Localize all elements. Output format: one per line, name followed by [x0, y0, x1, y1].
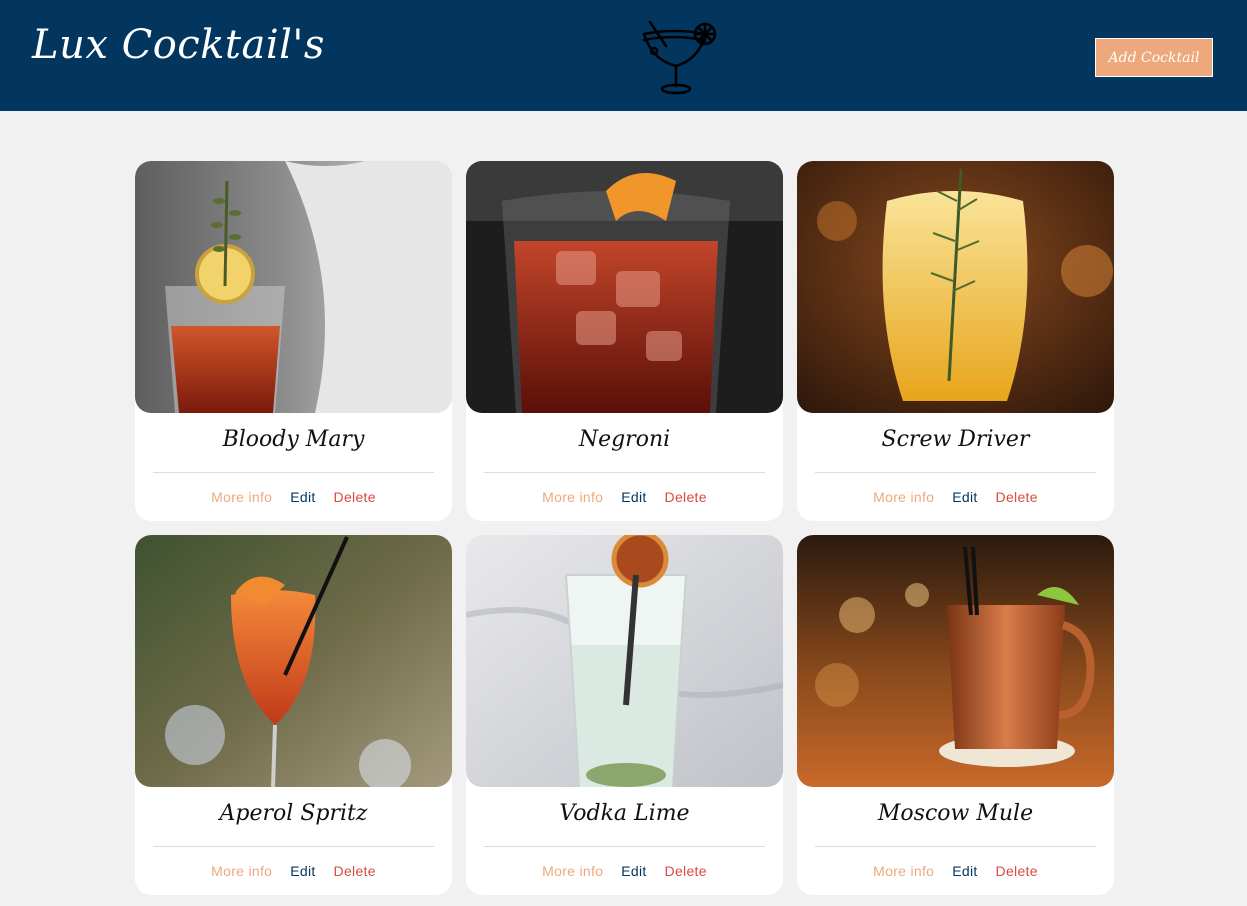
card-actions: More info Edit Delete — [466, 863, 783, 879]
card-actions: More info Edit Delete — [466, 489, 783, 505]
cocktail-card: Vodka Lime More info Edit Delete — [466, 535, 783, 895]
cocktail-name: Bloody Mary — [222, 427, 365, 452]
cocktail-name: Screw Driver — [881, 427, 1030, 452]
top-header: Lux Cocktail's Add Cocktail — [0, 0, 1247, 111]
edit-link[interactable]: Edit — [621, 863, 646, 879]
card-actions: More info Edit Delete — [135, 863, 452, 879]
cocktail-card: Aperol Spritz More info Edit Delete — [135, 535, 452, 895]
cocktail-name: Moscow Mule — [877, 801, 1034, 826]
more-info-link[interactable]: More info — [542, 863, 603, 879]
edit-link[interactable]: Edit — [290, 489, 315, 505]
cocktail-card: Negroni More info Edit Delete — [466, 161, 783, 521]
cocktail-name: Negroni — [578, 427, 671, 452]
cocktail-glass-icon — [636, 20, 720, 98]
cocktail-card: Bloody Mary More info Edit Delete — [135, 161, 452, 521]
more-info-link[interactable]: More info — [211, 489, 272, 505]
card-actions: More info Edit Delete — [135, 489, 452, 505]
card-divider — [484, 472, 765, 473]
delete-link[interactable]: Delete — [334, 863, 376, 879]
more-info-link[interactable]: More info — [542, 489, 603, 505]
cocktail-photo[interactable] — [797, 161, 1114, 413]
more-info-link[interactable]: More info — [873, 489, 934, 505]
delete-link[interactable]: Delete — [334, 489, 376, 505]
edit-link[interactable]: Edit — [952, 489, 977, 505]
delete-link[interactable]: Delete — [665, 863, 707, 879]
add-cocktail-button[interactable]: Add Cocktail — [1095, 38, 1213, 77]
card-divider — [484, 846, 765, 847]
brand-title[interactable]: Lux Cocktail's — [32, 22, 325, 68]
delete-link[interactable]: Delete — [996, 863, 1038, 879]
edit-link[interactable]: Edit — [290, 863, 315, 879]
cocktail-photo[interactable] — [797, 535, 1114, 787]
cocktail-photo[interactable] — [466, 161, 783, 413]
card-actions: More info Edit Delete — [797, 863, 1114, 879]
cocktail-card: Moscow Mule More info Edit Delete — [797, 535, 1114, 895]
cocktail-photo[interactable] — [466, 535, 783, 787]
more-info-link[interactable]: More info — [211, 863, 272, 879]
cocktail-photo[interactable] — [135, 535, 452, 787]
cocktail-grid: Bloody Mary More info Edit Delete Negron… — [135, 161, 1114, 895]
delete-link[interactable]: Delete — [665, 489, 707, 505]
edit-link[interactable]: Edit — [621, 489, 646, 505]
card-divider — [815, 472, 1096, 473]
cocktail-name: Aperol Spritz — [219, 801, 368, 826]
cocktail-name: Vodka Lime — [559, 801, 690, 826]
cocktail-photo[interactable] — [135, 161, 452, 413]
card-actions: More info Edit Delete — [797, 489, 1114, 505]
edit-link[interactable]: Edit — [952, 863, 977, 879]
card-divider — [153, 472, 434, 473]
card-divider — [153, 846, 434, 847]
more-info-link[interactable]: More info — [873, 863, 934, 879]
delete-link[interactable]: Delete — [996, 489, 1038, 505]
cocktail-card: Screw Driver More info Edit Delete — [797, 161, 1114, 521]
card-divider — [815, 846, 1096, 847]
